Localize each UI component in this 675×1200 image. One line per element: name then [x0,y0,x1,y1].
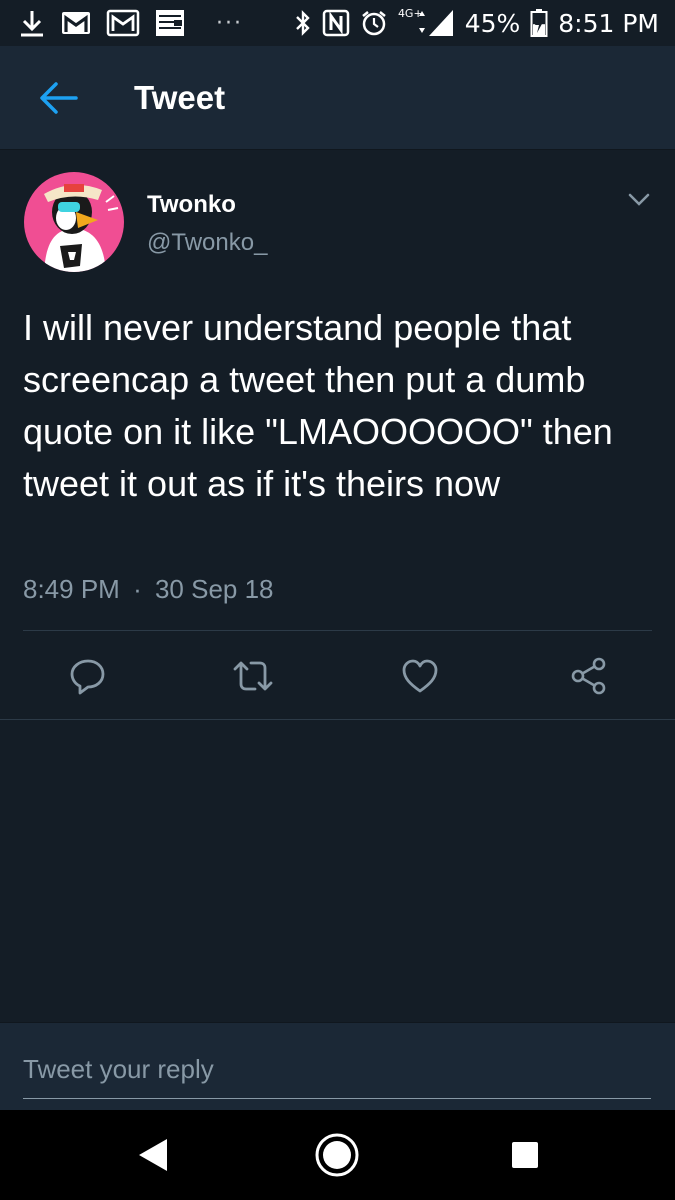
status-right-icons: 4G+ 45% 8:51 PM [294,6,659,38]
reply-button[interactable] [66,654,110,698]
retweet-icon [233,661,273,691]
reply-icon [70,659,105,695]
reply-bar [0,1022,675,1111]
nav-back-button[interactable] [130,1132,176,1178]
system-nav-bar [0,1110,675,1200]
status-time: 8:51 PM [558,8,659,38]
nfc-icon [322,9,350,37]
nav-home-icon [315,1133,359,1177]
signal-icon: 4G+ [397,6,455,38]
tweet: Twonko @Twonko_ I will never understand … [0,150,675,720]
retweet-button[interactable] [231,654,275,698]
gmail-icon [60,10,92,36]
user-handle[interactable]: @Twonko_ [147,228,267,258]
arrow-left-icon [40,81,78,114]
battery-percent: 45% [464,8,521,38]
gallery-icon [154,8,186,38]
nav-recents-button[interactable] [502,1132,548,1178]
display-name[interactable]: Twonko [147,190,267,220]
author-block[interactable]: Twonko @Twonko_ [147,190,267,258]
like-button[interactable] [398,654,442,698]
page-title: Tweet [134,78,226,116]
tweet-menu-button[interactable] [625,190,653,210]
reply-input[interactable] [23,1041,651,1099]
bluetooth-icon [294,9,312,37]
tweet-date: 30 Sep 18 [154,574,274,604]
tweet-actions [0,648,675,704]
back-button[interactable] [36,76,80,120]
like-icon [402,659,438,693]
app-header: Tweet [0,46,675,150]
tweet-text: I will never understand people that scre… [23,307,613,504]
chevron-down-icon [628,193,650,206]
status-bar: ··· 4G+ 45% 8:51 PM [0,0,675,46]
nav-recents-icon [512,1142,538,1168]
nav-home-button[interactable] [314,1132,360,1178]
share-button[interactable] [567,654,611,698]
meta-separator: · [133,574,142,604]
notification-overflow: ··· [216,10,243,36]
tweet-timestamp: 8:49 PM · 30 Sep 18 [23,574,274,605]
nav-back-icon [139,1139,167,1171]
battery-icon [530,8,548,38]
alarm-icon [360,9,388,37]
download-icon [18,8,46,38]
gmail-outline-icon [106,9,140,37]
network-type: 4G+ [397,6,423,20]
status-left-icons: ··· [18,8,243,38]
tweet-time: 8:49 PM [23,574,120,604]
avatar[interactable] [24,172,124,272]
action-divider [23,630,652,631]
share-icon [571,657,606,695]
